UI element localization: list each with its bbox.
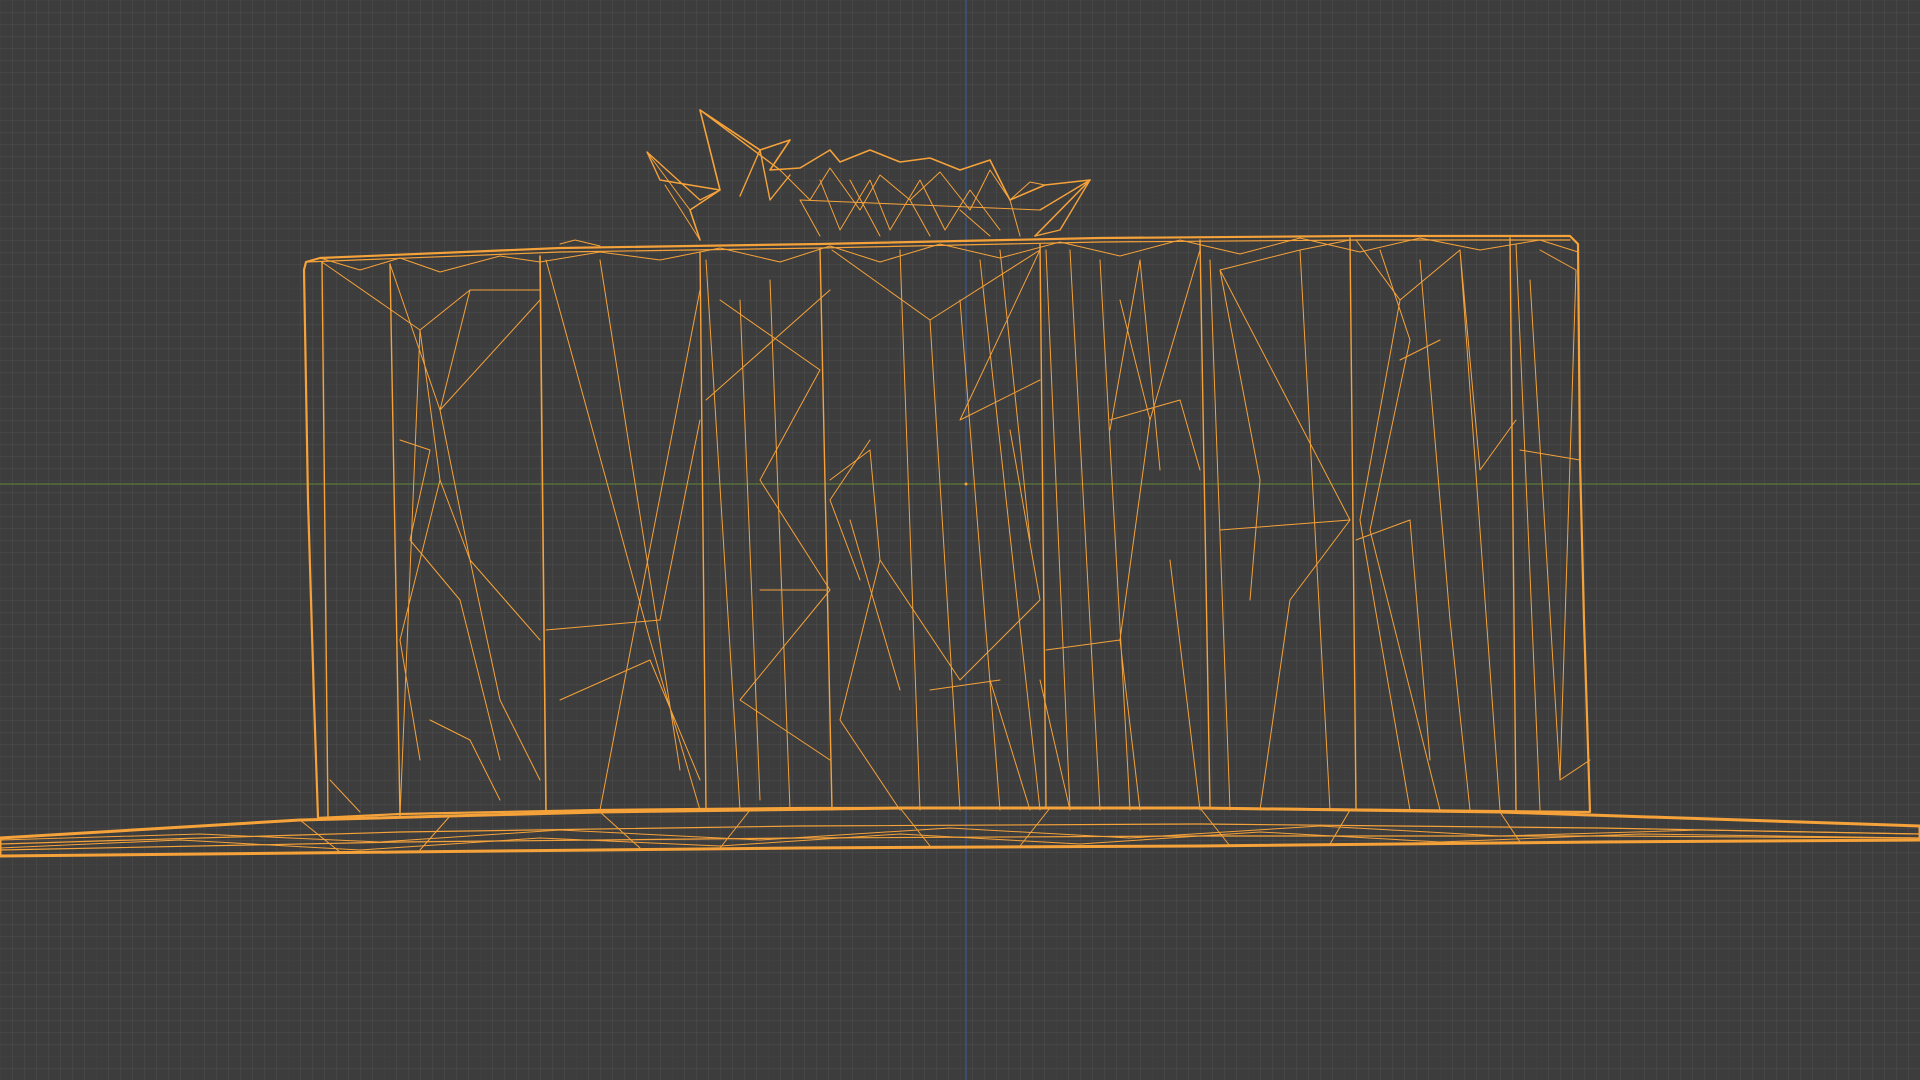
3d-viewport[interactable] bbox=[0, 0, 1920, 1080]
top-debris-mesh[interactable] bbox=[559, 109, 1091, 247]
ground-plane-mesh[interactable] bbox=[0, 806, 1920, 858]
viewport-canvas[interactable] bbox=[0, 0, 1920, 1080]
scanned-mesh[interactable] bbox=[302, 234, 1592, 820]
object-origin[interactable] bbox=[964, 482, 968, 486]
